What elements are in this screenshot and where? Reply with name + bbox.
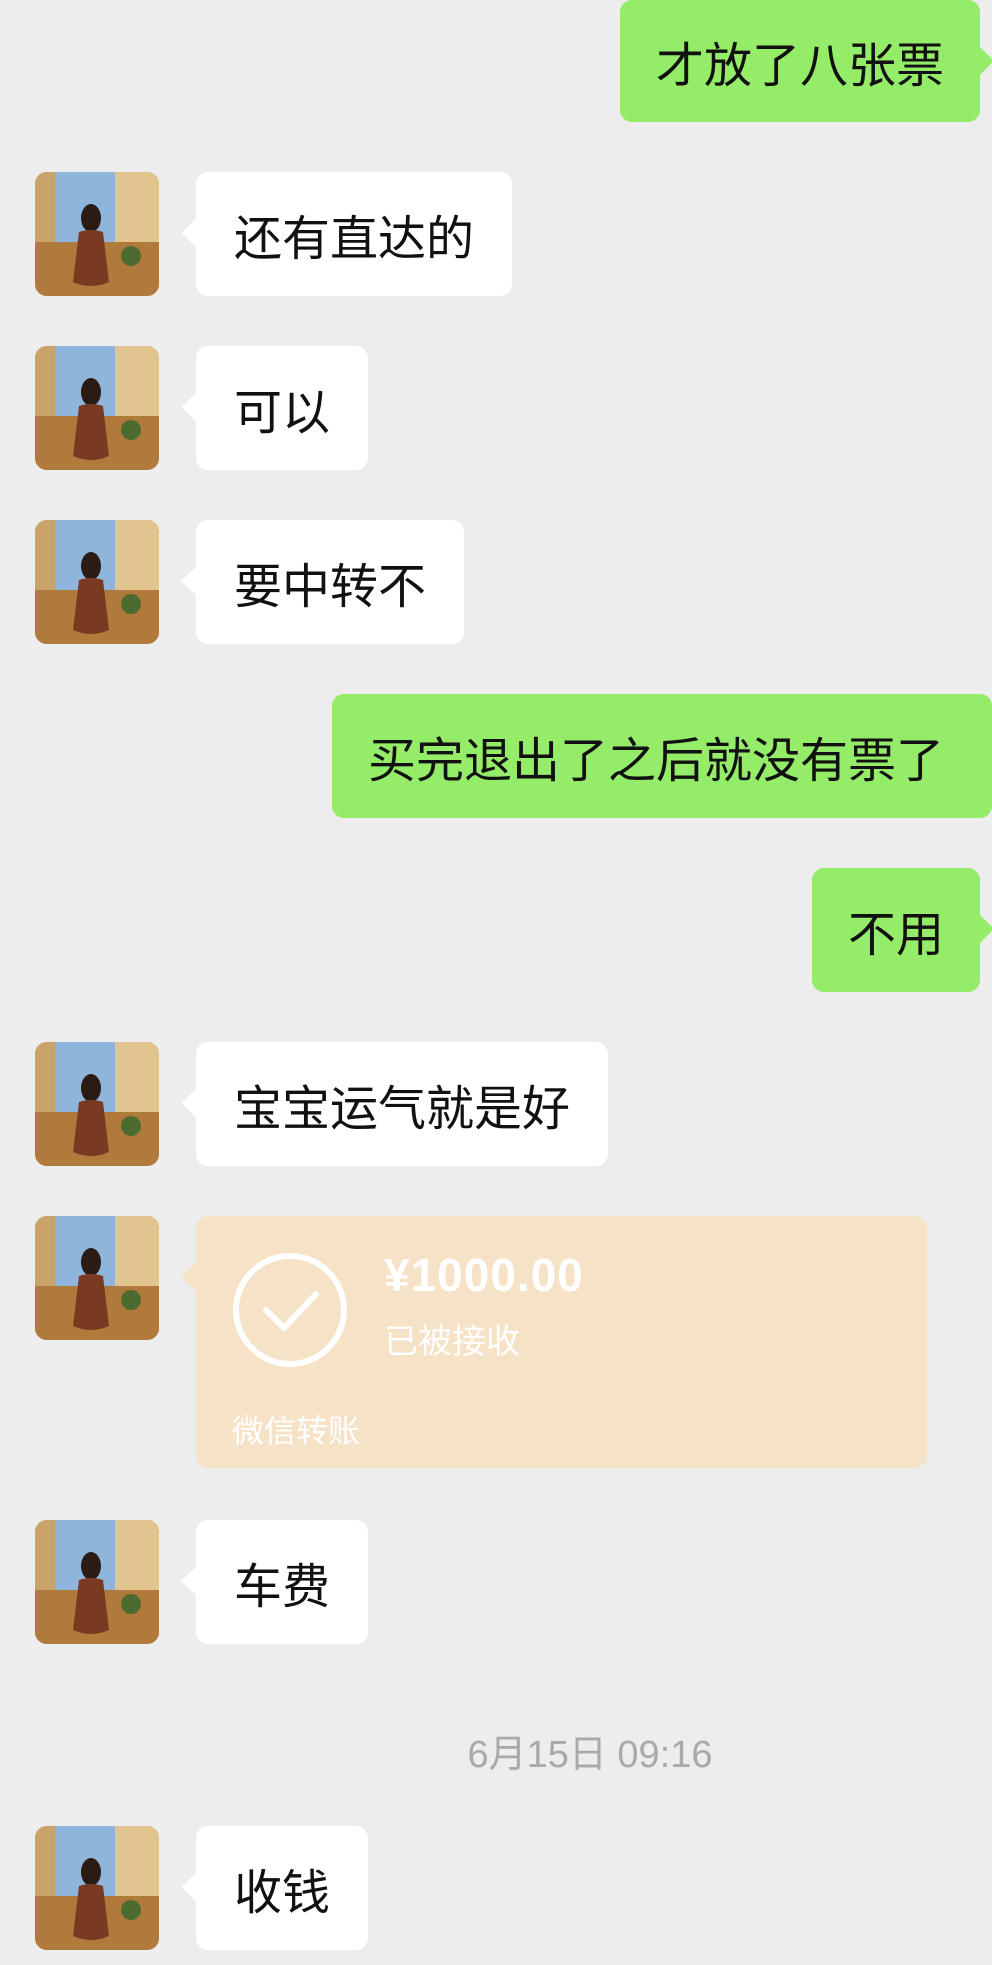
contact-avatar[interactable] bbox=[35, 520, 159, 644]
avatar-photo-icon bbox=[35, 1042, 159, 1166]
avatar-photo-icon bbox=[35, 172, 159, 296]
transfer-label: 微信转账 bbox=[232, 1412, 361, 1450]
wechat-transfer-card[interactable]: ¥1000.00 已被接收 微信转账 bbox=[181, 1216, 927, 1468]
avatar-photo-icon bbox=[35, 520, 159, 644]
message-bubble-outgoing[interactable]: 才放了八张票 bbox=[619, 0, 992, 122]
message-bubble-incoming[interactable]: 要中转不 bbox=[180, 520, 465, 644]
check-circle-icon bbox=[233, 1253, 347, 1367]
contact-avatar[interactable] bbox=[35, 346, 159, 470]
message-timestamp: 6月15日 09:16 bbox=[467, 1734, 713, 1776]
contact-avatar[interactable] bbox=[35, 1042, 159, 1166]
message-bubble-incoming[interactable]: 收钱 bbox=[180, 1826, 369, 1950]
avatar-photo-icon bbox=[35, 1826, 159, 1950]
contact-avatar[interactable] bbox=[35, 1826, 159, 1950]
avatar-photo-icon bbox=[35, 1216, 159, 1340]
contact-avatar[interactable] bbox=[35, 172, 159, 296]
avatar-photo-icon bbox=[35, 1520, 159, 1644]
message-bubble-incoming[interactable]: 可以 bbox=[180, 346, 369, 470]
message-bubble-outgoing[interactable]: 买完退出了之后就没有票了 bbox=[331, 694, 992, 818]
chat-thread: 才放了八张票 还有直达的 可以 要中转不 买完退出了之后就没有票了 不用 宝宝运… bbox=[0, 0, 992, 1965]
contact-avatar[interactable] bbox=[35, 1520, 159, 1644]
transfer-status: 已被接收 bbox=[384, 1322, 520, 1362]
avatar-photo-icon bbox=[35, 346, 159, 470]
message-bubble-incoming[interactable]: 还有直达的 bbox=[180, 172, 513, 296]
message-bubble-incoming[interactable]: 宝宝运气就是好 bbox=[180, 1042, 609, 1166]
contact-avatar[interactable] bbox=[35, 1216, 159, 1340]
message-bubble-outgoing[interactable]: 不用 bbox=[811, 868, 992, 992]
message-bubble-incoming[interactable]: 车费 bbox=[180, 1520, 369, 1644]
transfer-amount: ¥1000.00 bbox=[384, 1249, 584, 1301]
